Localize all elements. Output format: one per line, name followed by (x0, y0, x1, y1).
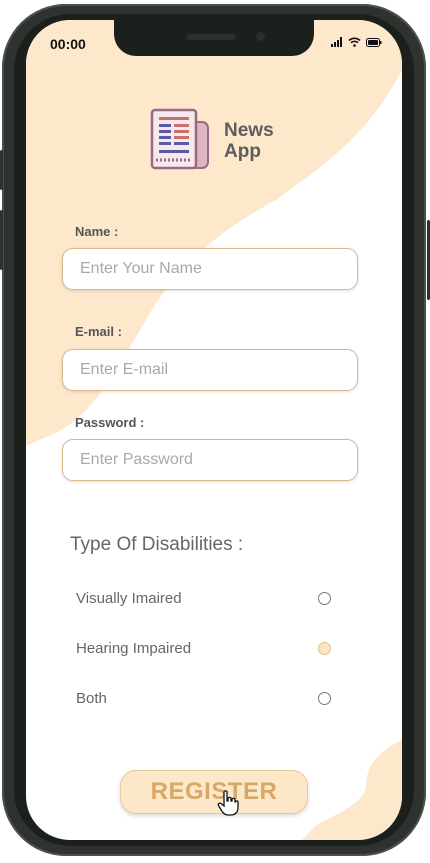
notch (114, 20, 314, 56)
speaker (186, 34, 236, 40)
password-label: Password : (75, 415, 145, 430)
battery-icon (366, 37, 382, 47)
both-radio[interactable] (318, 692, 331, 705)
newspaper-icon (150, 108, 209, 170)
option-label[interactable]: Both (76, 690, 107, 707)
screen: 00:00 News App Name : E-mail : Password … (26, 20, 402, 840)
side-button (0, 210, 3, 270)
name-input[interactable] (78, 259, 342, 279)
option-label[interactable]: Visually Imaired (76, 590, 182, 607)
signal-icon (331, 37, 342, 47)
visually-impaired-radio[interactable] (318, 592, 331, 605)
email-label: E-mail : (75, 324, 122, 339)
app-title: News App (224, 120, 274, 162)
hand-cursor-icon (217, 790, 239, 816)
register-button[interactable]: REGISTER (120, 770, 308, 814)
password-field[interactable] (62, 439, 358, 481)
status-time: 00:00 (50, 36, 86, 52)
password-input[interactable] (78, 450, 342, 470)
side-button (0, 150, 3, 190)
wifi-icon (348, 37, 361, 47)
name-label: Name : (75, 224, 119, 239)
name-field[interactable] (62, 248, 358, 290)
email-input[interactable] (78, 360, 342, 380)
disabilities-title: Type Of Disabilities : (70, 534, 244, 555)
email-field[interactable] (62, 349, 358, 391)
camera (256, 32, 265, 41)
background-blob (26, 20, 402, 840)
hearing-impaired-radio[interactable] (318, 642, 331, 655)
status-icons (331, 37, 382, 47)
option-label[interactable]: Hearing Impaired (76, 640, 191, 657)
